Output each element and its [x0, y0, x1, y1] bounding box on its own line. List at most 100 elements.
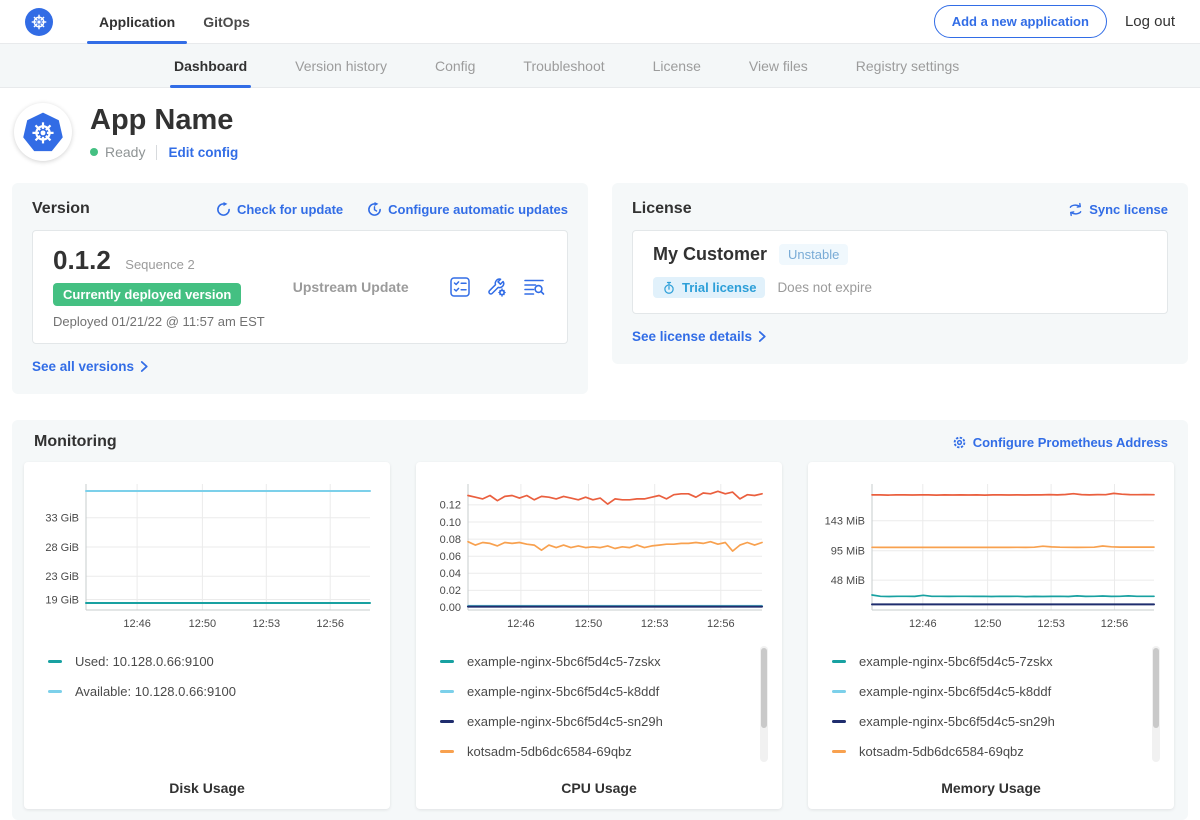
series-label: example-nginx-5bc6f5d4c5-k8ddf: [467, 684, 659, 699]
version-source-label: Upstream Update: [265, 279, 449, 295]
svg-text:12:56: 12:56: [316, 618, 344, 630]
edit-config-link[interactable]: Edit config: [168, 145, 238, 160]
config-wrench-icon[interactable]: [486, 276, 508, 298]
legend-scrollbar[interactable]: [1152, 646, 1160, 762]
app-header: App Name Ready Edit config: [0, 88, 1200, 174]
svg-text:12:50: 12:50: [189, 618, 217, 630]
license-details-panel: My Customer Unstable Trial license Does …: [632, 230, 1168, 314]
gear-icon: [952, 435, 967, 450]
disk-usage-panel: 33 GiB 28 GiB 23 GiB 19 GiB 12:46 12:50 12:53 1…: [24, 462, 390, 809]
tab-label: Version history: [295, 58, 387, 74]
scrollbar-thumb[interactable]: [1153, 648, 1159, 728]
legend-item: example-nginx-5bc6f5d4c5-sn29h: [832, 706, 1174, 736]
top-nav-actions: Add a new application Log out: [934, 5, 1175, 38]
channel-badge: Unstable: [779, 244, 848, 265]
stopwatch-icon: [662, 281, 676, 295]
tab-license[interactable]: License: [629, 44, 725, 87]
series-label: Available: 10.128.0.66:9100: [75, 684, 236, 699]
cpu-usage-panel: 0.120.100.080.060.040.020.0012:4612:5012…: [416, 462, 782, 809]
svg-text:12:53: 12:53: [253, 618, 281, 630]
check-for-update-link[interactable]: Check for update: [216, 202, 343, 217]
license-card-title: License: [632, 200, 692, 218]
svg-text:0.08: 0.08: [440, 534, 461, 546]
series-label: example-nginx-5bc6f5d4c5-k8ddf: [859, 684, 1051, 699]
monitoring-title: Monitoring: [34, 433, 117, 451]
deployed-badge: Currently deployed version: [53, 283, 241, 306]
series-label: example-nginx-5bc6f5d4c5-sn29h: [859, 714, 1055, 729]
configure-prometheus-link[interactable]: Configure Prometheus Address: [952, 435, 1168, 450]
svg-text:12:53: 12:53: [1037, 618, 1065, 630]
legend-item: Available: 10.128.0.66:9100: [48, 676, 390, 706]
sync-license-link[interactable]: Sync license: [1068, 202, 1168, 217]
svg-text:33 GiB: 33 GiB: [45, 513, 79, 525]
memory-usage-panel: 143 MiB95 MiB48 MiB12:4612:5012:5312:56 …: [808, 462, 1174, 809]
series-label: kotsadm-5db6dc6584-69qbz: [859, 744, 1024, 759]
legend-item: example-nginx-5bc6f5d4c5-7zskx: [832, 646, 1174, 676]
tab-troubleshoot[interactable]: Troubleshoot: [499, 44, 628, 87]
add-application-button[interactable]: Add a new application: [934, 5, 1107, 38]
tab-view-files[interactable]: View files: [725, 44, 832, 87]
series-label: example-nginx-5bc6f5d4c5-7zskx: [467, 654, 661, 669]
license-expiry: Does not expire: [777, 280, 872, 295]
preflight-checks-icon[interactable]: [449, 276, 471, 298]
schedule-update-icon: [367, 202, 382, 217]
svg-text:12:46: 12:46: [123, 618, 151, 630]
svg-text:95 MiB: 95 MiB: [831, 546, 865, 558]
legend-scrollbar[interactable]: [760, 646, 768, 762]
top-nav-tabs: Application GitOps: [85, 0, 264, 43]
version-card: Version Check for update Configure autom…: [12, 183, 588, 394]
cards-row: Version Check for update Configure autom…: [12, 183, 1188, 394]
disk-usage-legend: Used: 10.128.0.66:9100 Available: 10.128.…: [48, 646, 390, 768]
configure-automatic-updates-link[interactable]: Configure automatic updates: [367, 202, 568, 217]
legend-item: example-nginx-5bc6f5d4c5-k8ddf: [440, 676, 782, 706]
svg-text:28 GiB: 28 GiB: [45, 542, 79, 554]
chart-title: Memory Usage: [808, 780, 1174, 796]
tab-label: Registry settings: [856, 58, 959, 74]
link-label: See license details: [632, 329, 752, 344]
series-label: kotsadm-5db6dc6584-69qbz: [467, 744, 632, 759]
svg-text:0.12: 0.12: [440, 500, 461, 512]
tab-dashboard[interactable]: Dashboard: [150, 44, 271, 87]
series-color-dash: [440, 750, 454, 753]
tab-config[interactable]: Config: [411, 44, 499, 87]
tab-label: Dashboard: [174, 58, 247, 74]
series-color-dash: [440, 660, 454, 663]
disk-usage-chart: 33 GiB 28 GiB 23 GiB 19 GiB 12:46 12:50 12:53 1…: [34, 476, 380, 634]
legend-item: example-nginx-5bc6f5d4c5-7zskx: [440, 646, 782, 676]
svg-text:23 GiB: 23 GiB: [45, 571, 79, 583]
cpu-usage-legend: example-nginx-5bc6f5d4c5-7zskx example-ng…: [440, 646, 782, 768]
svg-text:0.04: 0.04: [440, 568, 461, 580]
page-title: App Name: [90, 104, 238, 137]
chevron-right-icon: [140, 360, 149, 373]
svg-text:19 GiB: 19 GiB: [45, 594, 79, 606]
svg-text:12:53: 12:53: [641, 618, 669, 630]
nav-tab-label: Application: [99, 14, 175, 30]
chart-title: Disk Usage: [24, 780, 390, 796]
nav-tab-application[interactable]: Application: [85, 0, 189, 43]
scrollbar-thumb[interactable]: [761, 648, 767, 728]
svg-text:12:50: 12:50: [575, 618, 603, 630]
see-all-versions-link[interactable]: See all versions: [32, 359, 149, 374]
see-license-details-link[interactable]: See license details: [632, 329, 767, 344]
memory-usage-chart: 143 MiB95 MiB48 MiB12:4612:5012:5312:56: [818, 476, 1164, 634]
svg-text:0.06: 0.06: [440, 551, 461, 563]
svg-text:48 MiB: 48 MiB: [831, 575, 865, 587]
svg-text:12:46: 12:46: [507, 618, 535, 630]
series-label: example-nginx-5bc6f5d4c5-sn29h: [467, 714, 663, 729]
tab-version-history[interactable]: Version history: [271, 44, 411, 87]
customer-name: My Customer: [653, 244, 767, 265]
divider: [156, 145, 157, 160]
svg-text:12:56: 12:56: [707, 618, 735, 630]
nav-tab-gitops[interactable]: GitOps: [189, 0, 264, 43]
license-type-badge: Trial license: [653, 277, 765, 298]
deploy-logs-icon[interactable]: [523, 276, 545, 298]
app-icon: [14, 103, 72, 161]
legend-item: Used: 10.128.0.66:9100: [48, 646, 390, 676]
series-color-dash: [832, 660, 846, 663]
legend-item: example-nginx-5bc6f5d4c5-k8ddf: [832, 676, 1174, 706]
tab-registry-settings[interactable]: Registry settings: [832, 44, 983, 87]
current-version-panel: 0.1.2 Sequence 2 Currently deployed vers…: [32, 230, 568, 344]
link-label: See all versions: [32, 359, 134, 374]
link-label: Sync license: [1089, 202, 1168, 217]
logout-link[interactable]: Log out: [1125, 13, 1175, 30]
